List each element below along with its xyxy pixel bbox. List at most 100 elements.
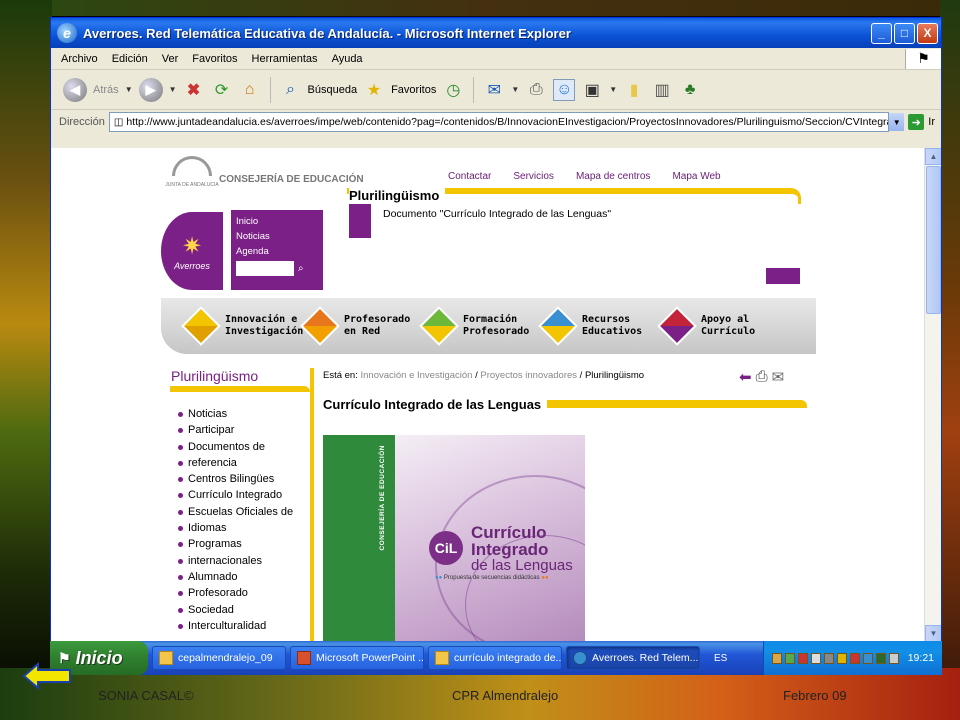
scroll-down-icon[interactable]: ▼ [925, 625, 941, 642]
breadcrumb-link[interactable]: Proyectos innovadores [480, 370, 577, 381]
background-right [940, 0, 960, 720]
scroll-up-icon[interactable]: ▲ [925, 148, 941, 165]
tray-icon[interactable] [888, 652, 899, 664]
link-contactar[interactable]: Contactar [448, 171, 491, 182]
folder-icon [159, 651, 173, 665]
address-dropdown-icon[interactable]: ▼ [889, 113, 905, 131]
refresh-icon[interactable]: ⟳ [211, 79, 233, 101]
left-menu-item[interactable]: Currículo Integrado [178, 487, 310, 503]
left-menu-item[interactable]: Alumnado [178, 569, 310, 585]
volume-icon[interactable] [810, 652, 821, 664]
shield-icon[interactable] [849, 652, 860, 664]
link-servicios[interactable]: Servicios [513, 171, 554, 182]
clock[interactable]: 19:21 [908, 652, 934, 664]
link-mapa-web[interactable]: Mapa Web [672, 171, 720, 182]
book-cover-image[interactable]: CONSEJERÍA DE EDUCACIÓN CiL Currículo In… [323, 435, 585, 642]
language-indicator[interactable]: ES [714, 653, 727, 664]
junta-logo[interactable]: JUNTA DE ANDALUCIA [165, 156, 219, 200]
left-menu-item[interactable]: Escuelas Oficiales de [178, 504, 310, 520]
left-menu-item[interactable]: Centros Bilingües [178, 471, 310, 487]
menu-favoritos[interactable]: Favoritos [192, 53, 237, 65]
edit-icon[interactable]: ▣ [581, 79, 603, 101]
home-icon[interactable]: ⌂ [239, 79, 261, 101]
mail-dropdown-icon[interactable]: ▼ [511, 85, 519, 94]
tray-icon[interactable] [862, 652, 873, 664]
favorites-star-icon[interactable]: ★ [363, 79, 385, 101]
task-item-active[interactable]: Averroes. Red Telem... [566, 646, 700, 670]
side-menu-agenda[interactable]: Agenda [236, 244, 318, 259]
search-row: Buscar... ⌕ [236, 261, 318, 276]
left-menu-item[interactable]: Sociedad [178, 602, 310, 618]
menu-herramientas[interactable]: Herramientas [252, 53, 318, 65]
tray-icon[interactable] [836, 652, 847, 664]
link-mapa-centros[interactable]: Mapa de centros [576, 171, 651, 182]
tray-icon[interactable] [797, 652, 808, 664]
vertical-scrollbar[interactable]: ▲ ▼ [924, 148, 941, 642]
note-icon[interactable]: ▮ [623, 79, 645, 101]
side-menu-noticias[interactable]: Noticias [236, 229, 318, 244]
breadcrumb-link[interactable]: Innovación e Investigación [361, 370, 473, 381]
task-item[interactable]: cepalmendralejo_09 [152, 646, 286, 670]
go-arrow-icon[interactable]: ➜ [908, 114, 925, 130]
nav-profesorado[interactable]: Profesorado en Red [300, 306, 425, 346]
search-icon[interactable]: ⌕ [280, 79, 302, 101]
nav-recursos[interactable]: Recursos Educativos [538, 306, 663, 346]
search-input[interactable]: Buscar... [236, 261, 294, 276]
menu-ver[interactable]: Ver [162, 53, 179, 65]
menu-ayuda[interactable]: Ayuda [332, 53, 363, 65]
menu-edicion[interactable]: Edición [112, 53, 148, 65]
go-button[interactable]: Ir [928, 116, 941, 128]
nav-formacion[interactable]: Formación Profesorado [419, 306, 544, 346]
nav-innovacion[interactable]: Innovación e Investigación [181, 306, 306, 346]
forward-dropdown-icon[interactable]: ▼ [169, 85, 177, 94]
menu-archivo[interactable]: Archivo [61, 53, 98, 65]
task-item[interactable]: currículo integrado de... [428, 646, 562, 670]
title-bar[interactable]: e Averroes. Red Telemática Educativa de … [51, 18, 941, 48]
magnifier-icon[interactable]: ⌕ [298, 261, 304, 276]
left-menu-item[interactable]: Profesorado [178, 585, 310, 601]
left-menu-item-cont[interactable]: referencia [178, 455, 310, 471]
left-menu-item[interactable]: Noticias [178, 406, 310, 422]
users-icon[interactable]: ♣ [679, 79, 701, 101]
minimize-button[interactable]: _ [871, 22, 892, 44]
side-menu-inicio[interactable]: Inicio [236, 214, 318, 229]
close-button[interactable]: X [917, 22, 938, 44]
history-icon[interactable]: ◷ [442, 79, 464, 101]
network-icon[interactable] [875, 652, 886, 664]
favorites-button-label[interactable]: Favoritos [391, 84, 436, 96]
averroes-logo[interactable]: ✷ Averroes [161, 212, 223, 290]
print-page-icon[interactable]: ⎙ [756, 368, 768, 386]
maximize-button[interactable]: □ [894, 22, 915, 44]
tray-icon[interactable] [771, 652, 782, 664]
back-page-icon[interactable]: ⬅ [739, 368, 752, 386]
left-menu-item[interactable]: Programas [178, 536, 310, 552]
nav-apoyo[interactable]: Apoyo al Currículo [657, 306, 782, 346]
stop-icon[interactable]: ✖ [183, 79, 205, 101]
messenger-icon[interactable]: ☺ [553, 78, 576, 101]
left-menu-item[interactable]: Participar [178, 422, 310, 438]
back-arrow-icon[interactable]: ◀ [63, 77, 87, 102]
edit-dropdown-icon[interactable]: ▼ [609, 85, 617, 94]
address-url: http://www.juntadeandalucia.es/averroes/… [126, 116, 890, 128]
task-item[interactable]: Microsoft PowerPoint ... [290, 646, 424, 670]
print-icon[interactable]: ⎙ [525, 79, 547, 101]
left-menu-item-cont[interactable]: Idiomas [178, 520, 310, 536]
search-button-label[interactable]: Búsqueda [308, 84, 358, 96]
address-input[interactable]: ◫ http://www.juntadeandalucia.es/averroe… [108, 112, 890, 132]
mail-icon[interactable]: ✉ [483, 79, 505, 101]
back-button-label[interactable]: Atrás [93, 84, 119, 96]
forward-arrow-icon[interactable]: ▶ [138, 77, 163, 102]
left-menu-item-cont[interactable]: internacionales [178, 553, 310, 569]
slide-back-arrow-icon[interactable] [22, 662, 74, 690]
toolbar-divider [269, 76, 271, 103]
send-page-icon[interactable]: ✉ [772, 368, 785, 386]
left-menu-item[interactable]: Interculturalidad [178, 618, 310, 634]
left-menu-list: Noticias Participar Documentos de refere… [170, 406, 310, 634]
back-dropdown-icon[interactable]: ▼ [125, 85, 133, 94]
tray-icon[interactable] [784, 652, 795, 664]
scroll-thumb[interactable] [926, 166, 941, 314]
background-top [0, 0, 960, 16]
research-icon[interactable]: ▥ [651, 79, 673, 101]
tray-icon[interactable] [823, 652, 834, 664]
left-menu-item[interactable]: Documentos de [178, 439, 310, 455]
